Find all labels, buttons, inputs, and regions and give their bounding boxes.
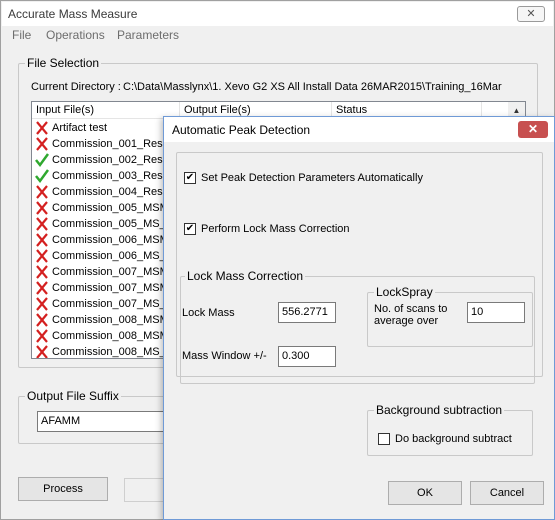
dialog-titlebar: Automatic Peak Detection ✕	[164, 117, 554, 142]
current-directory-value: C:\Data\Masslynx\1. Xevo G2 XS All Insta…	[123, 81, 502, 93]
check-icon	[34, 152, 50, 168]
x-icon	[34, 232, 50, 248]
list-item-name: Commission_007_MSMS	[52, 266, 172, 278]
auto-params-checkbox[interactable]: ✔	[184, 172, 196, 184]
peak-detection-dialog: Automatic Peak Detection ✕ ✔ Set Peak De…	[163, 116, 555, 520]
main-window-title: Accurate Mass Measure	[8, 7, 138, 21]
x-icon	[34, 280, 50, 296]
dialog-title: Automatic Peak Detection	[172, 123, 311, 137]
file-selection-label: File Selection	[25, 56, 102, 70]
menu-file[interactable]: File	[12, 28, 31, 42]
ok-button[interactable]: OK	[388, 481, 462, 505]
x-icon	[34, 216, 50, 232]
list-item[interactable]: Commission_008_MS_F	[32, 344, 172, 358]
list-item-name: Commission_004_Resol	[52, 186, 172, 198]
output-suffix-label: Output File Suffix	[25, 389, 121, 403]
x-icon	[34, 184, 50, 200]
list-item[interactable]: Artifact test	[32, 120, 172, 136]
output-suffix-input[interactable]: AFAMM	[37, 411, 177, 432]
list-item[interactable]: Commission_007_MSMS	[32, 264, 172, 280]
list-item[interactable]: Commission_004_Resol	[32, 184, 172, 200]
cancel-button[interactable]: Cancel	[470, 481, 544, 505]
x-icon	[34, 296, 50, 312]
list-item-name: Commission_001_Resol	[52, 138, 172, 150]
list-item[interactable]: Commission_008_MSMS	[32, 328, 172, 344]
list-item[interactable]: Commission_007_MS_F	[32, 296, 172, 312]
menu-operations[interactable]: Operations	[46, 28, 105, 42]
x-icon	[34, 248, 50, 264]
background-subtract-label: Do background subtract	[395, 433, 512, 445]
list-item-name: Commission_008_MS_F	[52, 346, 172, 358]
process-button[interactable]: Process	[18, 477, 108, 501]
scans-label-line2: average over	[374, 315, 439, 327]
current-directory-label: Current Directory :	[31, 81, 121, 93]
x-icon	[34, 136, 50, 152]
list-item-name: Commission_003_Resol	[52, 170, 172, 182]
background-subtract-checkbox[interactable]	[378, 433, 390, 445]
list-item[interactable]: Commission_005_MSMS	[32, 200, 172, 216]
file-rows: Artifact test Commission_001_Resol Commiss…	[32, 120, 172, 358]
list-item-name: Artifact test	[52, 122, 108, 134]
x-icon	[34, 328, 50, 344]
list-item[interactable]: Commission_003_Resol	[32, 168, 172, 184]
list-item-name: Commission_008_MSMS	[52, 330, 172, 342]
lock-mass-input[interactable]: 556.2771	[278, 302, 336, 323]
mass-window-input[interactable]: 0.300	[278, 346, 336, 367]
list-item[interactable]: Commission_001_Resol	[32, 136, 172, 152]
menu-parameters[interactable]: Parameters	[117, 28, 179, 42]
list-item-name: Commission_005_MS_F	[52, 218, 172, 230]
list-item-name: Commission_006_MSMS	[52, 234, 172, 246]
x-icon	[34, 312, 50, 328]
list-item-name: Commission_007_MS_F	[52, 298, 172, 310]
scans-input[interactable]: 10	[467, 302, 525, 323]
x-icon	[34, 120, 50, 136]
list-item[interactable]: Commission_006_MSMS	[32, 232, 172, 248]
lock-mass-correction-label: Perform Lock Mass Correction	[201, 223, 350, 235]
list-item[interactable]: Commission_006_MS_F	[32, 248, 172, 264]
scans-label-line1: No. of scans to	[374, 303, 448, 315]
x-icon	[34, 344, 50, 358]
lockspray-group-label: LockSpray	[374, 285, 435, 299]
list-item-name: Commission_007_MSMS	[52, 282, 172, 294]
check-icon	[34, 168, 50, 184]
main-close-button[interactable]: ✕	[517, 6, 545, 22]
list-item[interactable]: Commission_007_MSMS	[32, 280, 172, 296]
x-icon	[34, 264, 50, 280]
list-item[interactable]: Commission_008_MSMS	[32, 312, 172, 328]
lock-mass-label: Lock Mass	[182, 307, 235, 319]
list-item[interactable]: Commission_005_MS_F	[32, 216, 172, 232]
list-item-name: Commission_002_Resol	[52, 154, 172, 166]
main-titlebar: Accurate Mass Measure ✕	[2, 2, 553, 26]
menubar: File Operations Parameters	[2, 26, 553, 44]
list-item-name: Commission_008_MSMS	[52, 314, 172, 326]
lock-mass-correction-group-label: Lock Mass Correction	[185, 269, 306, 283]
lock-mass-checkbox[interactable]: ✔	[184, 223, 196, 235]
column-input-files[interactable]: Input File(s)	[32, 102, 180, 119]
list-item-name: Commission_005_MSMS	[52, 202, 172, 214]
list-item[interactable]: Commission_002_Resol	[32, 152, 172, 168]
auto-params-label: Set Peak Detection Parameters Automatica…	[201, 172, 423, 184]
background-subtraction-label: Background subtraction	[374, 403, 505, 417]
mass-window-label: Mass Window +/-	[182, 350, 267, 362]
dialog-close-button[interactable]: ✕	[518, 121, 548, 138]
list-item-name: Commission_006_MS_F	[52, 250, 172, 262]
x-icon	[34, 200, 50, 216]
